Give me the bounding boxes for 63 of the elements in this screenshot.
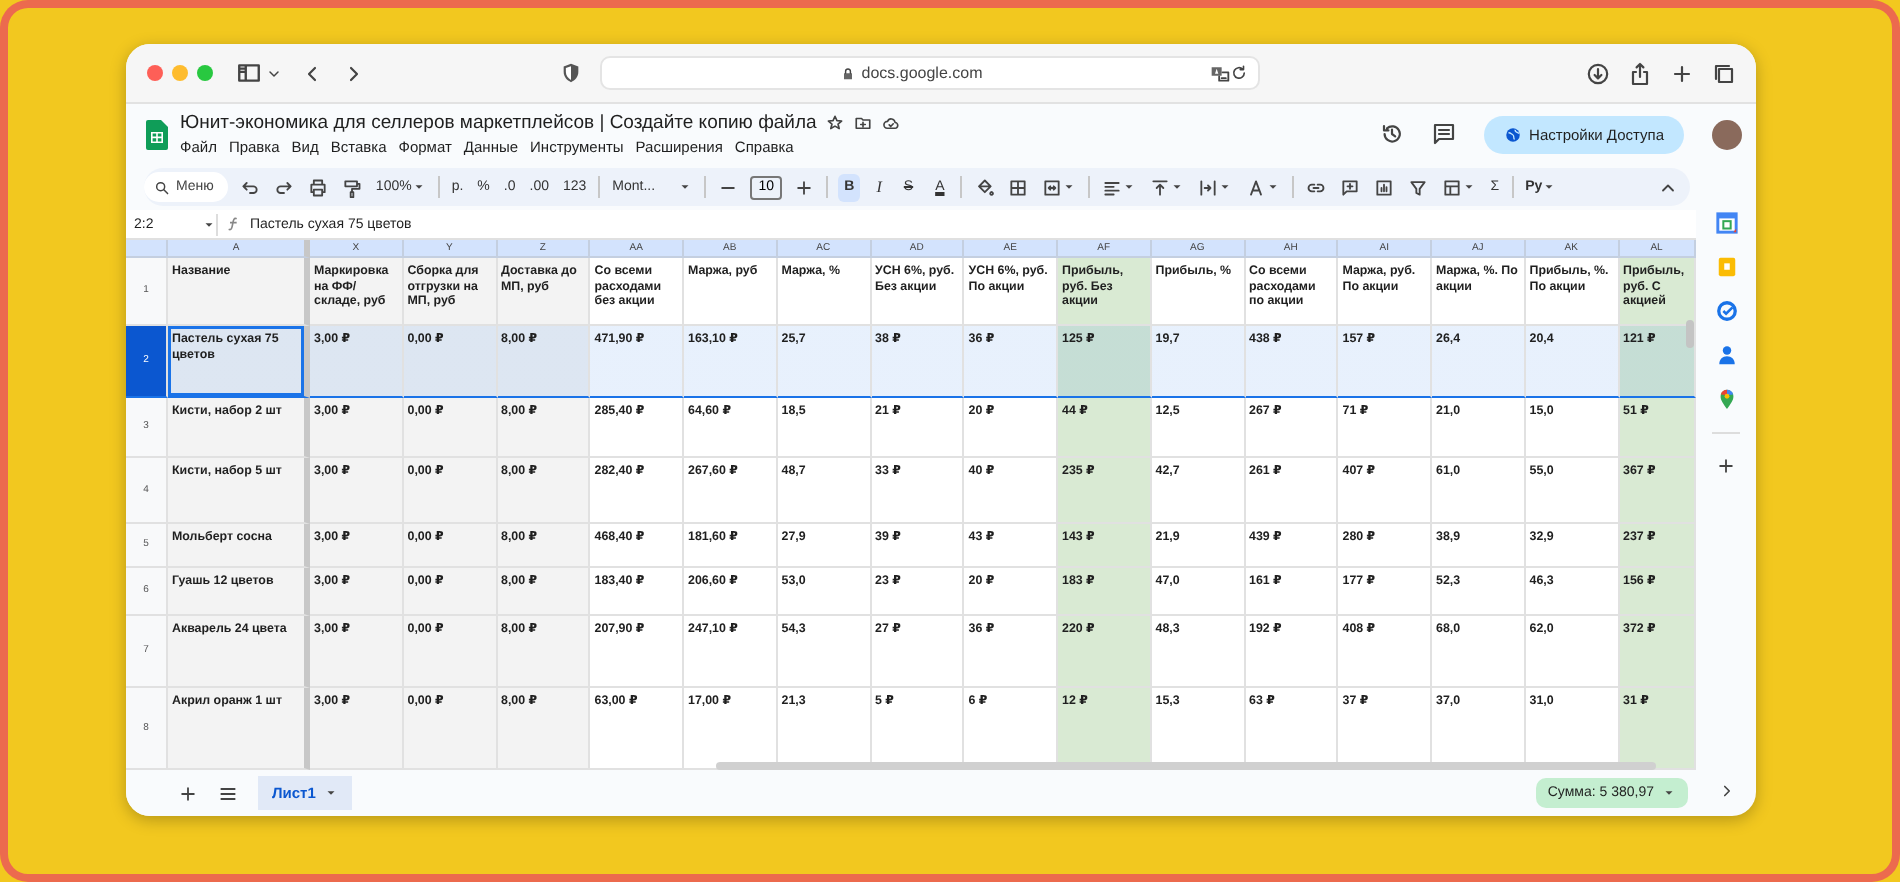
valign-icon bbox=[1150, 177, 1171, 197]
avatar[interactable] bbox=[1711, 120, 1741, 150]
tableview-icon bbox=[1442, 177, 1463, 197]
caret-icon bbox=[411, 180, 426, 194]
corner-cell[interactable] bbox=[126, 240, 168, 258]
sheets-logo-icon[interactable] bbox=[146, 119, 168, 149]
map-pin-icon[interactable] bbox=[1715, 388, 1737, 410]
sidebar-icon[interactable] bbox=[236, 60, 262, 86]
chevron-down-icon[interactable] bbox=[266, 65, 282, 81]
caret-icon bbox=[323, 786, 338, 800]
tasks-icon[interactable] bbox=[1715, 300, 1737, 322]
translate-icon[interactable] bbox=[1210, 63, 1230, 83]
undo-icon bbox=[239, 177, 260, 197]
chart-icon bbox=[1374, 177, 1395, 197]
cloud-icon[interactable] bbox=[882, 114, 901, 132]
add-icon[interactable] bbox=[1716, 456, 1736, 476]
redo-icon bbox=[273, 177, 294, 197]
lock-icon bbox=[839, 65, 856, 81]
align-icon bbox=[1102, 177, 1123, 197]
caret-icon bbox=[1662, 786, 1676, 800]
borders-icon bbox=[1008, 177, 1029, 197]
comment-icon bbox=[1340, 177, 1361, 197]
share-icon[interactable] bbox=[1628, 61, 1652, 85]
caret-icon bbox=[1170, 180, 1185, 194]
star-icon[interactable] bbox=[826, 114, 845, 132]
globe-icon bbox=[1503, 125, 1522, 143]
add-sheet-icon[interactable] bbox=[178, 783, 198, 803]
all-sheets-icon[interactable] bbox=[218, 783, 238, 803]
vertical-scrollbar[interactable] bbox=[1686, 320, 1694, 348]
tabs-overview-icon[interactable] bbox=[1712, 61, 1736, 85]
history-icon[interactable] bbox=[1379, 122, 1404, 146]
merge-icon bbox=[1042, 177, 1063, 197]
caret-icon bbox=[1062, 180, 1077, 194]
print-icon bbox=[307, 177, 328, 197]
paint-icon bbox=[341, 177, 362, 197]
rotate-icon bbox=[1246, 177, 1267, 197]
bucket-icon bbox=[974, 177, 995, 197]
shield-icon[interactable] bbox=[560, 62, 582, 84]
horizontal-scrollbar[interactable] bbox=[716, 762, 1656, 770]
url-text: docs.google.com bbox=[861, 64, 983, 82]
filter-icon bbox=[1408, 177, 1429, 197]
caret-icon bbox=[1542, 180, 1557, 194]
new-tab-icon[interactable] bbox=[1670, 61, 1694, 85]
function-icon bbox=[226, 216, 242, 232]
caret-icon bbox=[1122, 180, 1137, 194]
caret-icon bbox=[1218, 180, 1233, 194]
reload-icon[interactable] bbox=[1230, 64, 1248, 82]
caret-icon bbox=[1462, 180, 1477, 194]
caret-icon bbox=[202, 217, 216, 231]
download-icon[interactable] bbox=[1586, 61, 1610, 85]
caret-icon bbox=[1266, 180, 1281, 194]
address-bar[interactable]: docs.google.com bbox=[600, 56, 1260, 90]
person-icon[interactable] bbox=[1715, 344, 1737, 366]
comment-icon[interactable] bbox=[1431, 122, 1456, 146]
folder-icon[interactable] bbox=[854, 114, 873, 132]
window-buttons-icon[interactable] bbox=[146, 64, 218, 82]
text-style-button[interactable]: I bbox=[870, 173, 888, 201]
search-icon bbox=[154, 179, 170, 195]
calendar-icon[interactable] bbox=[1715, 212, 1737, 234]
document-title[interactable]: Юнит-экономика для селлеров маркетплейсов | Создайте копию файла bbox=[180, 112, 817, 134]
caret-icon bbox=[678, 180, 693, 194]
wrap-icon bbox=[1198, 177, 1219, 197]
plus-icon bbox=[794, 177, 815, 197]
